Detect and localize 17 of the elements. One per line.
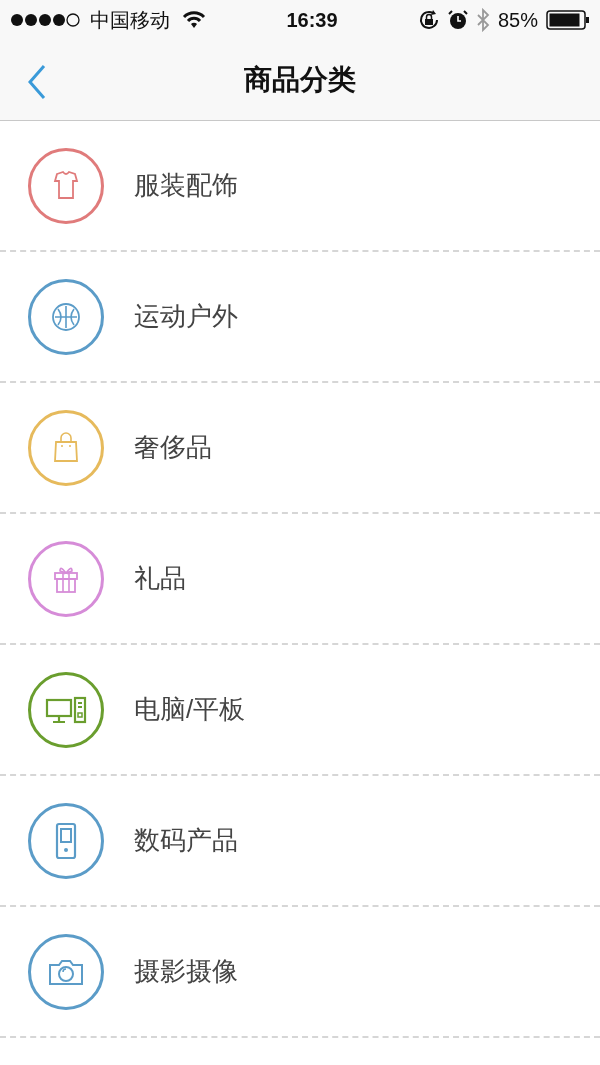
rotation-lock-icon — [417, 9, 440, 31]
carrier-name: 中国移动 — [90, 8, 170, 33]
category-item[interactable]: 摄影摄像 — [134, 952, 238, 991]
alarm-icon — [447, 10, 468, 30]
category-item[interactable]: 电脑/平板 — [134, 690, 246, 729]
battery-percentage: 85% — [497, 8, 538, 33]
category-item[interactable]: 礼品 — [134, 559, 186, 598]
bluetooth-icon — [475, 8, 490, 32]
status-time: 16:39 — [286, 8, 338, 33]
category-item[interactable]: 运动户外 — [134, 297, 238, 336]
battery-icon — [546, 10, 590, 30]
page-title: 商品分类 — [244, 63, 356, 97]
category-item[interactable]: 数码产品 — [134, 821, 238, 860]
wifi-icon — [182, 11, 206, 29]
signal-icon — [10, 13, 82, 27]
category-item[interactable]: 服装配饰 — [134, 166, 238, 205]
category-item[interactable]: 奢侈品 — [134, 428, 212, 467]
